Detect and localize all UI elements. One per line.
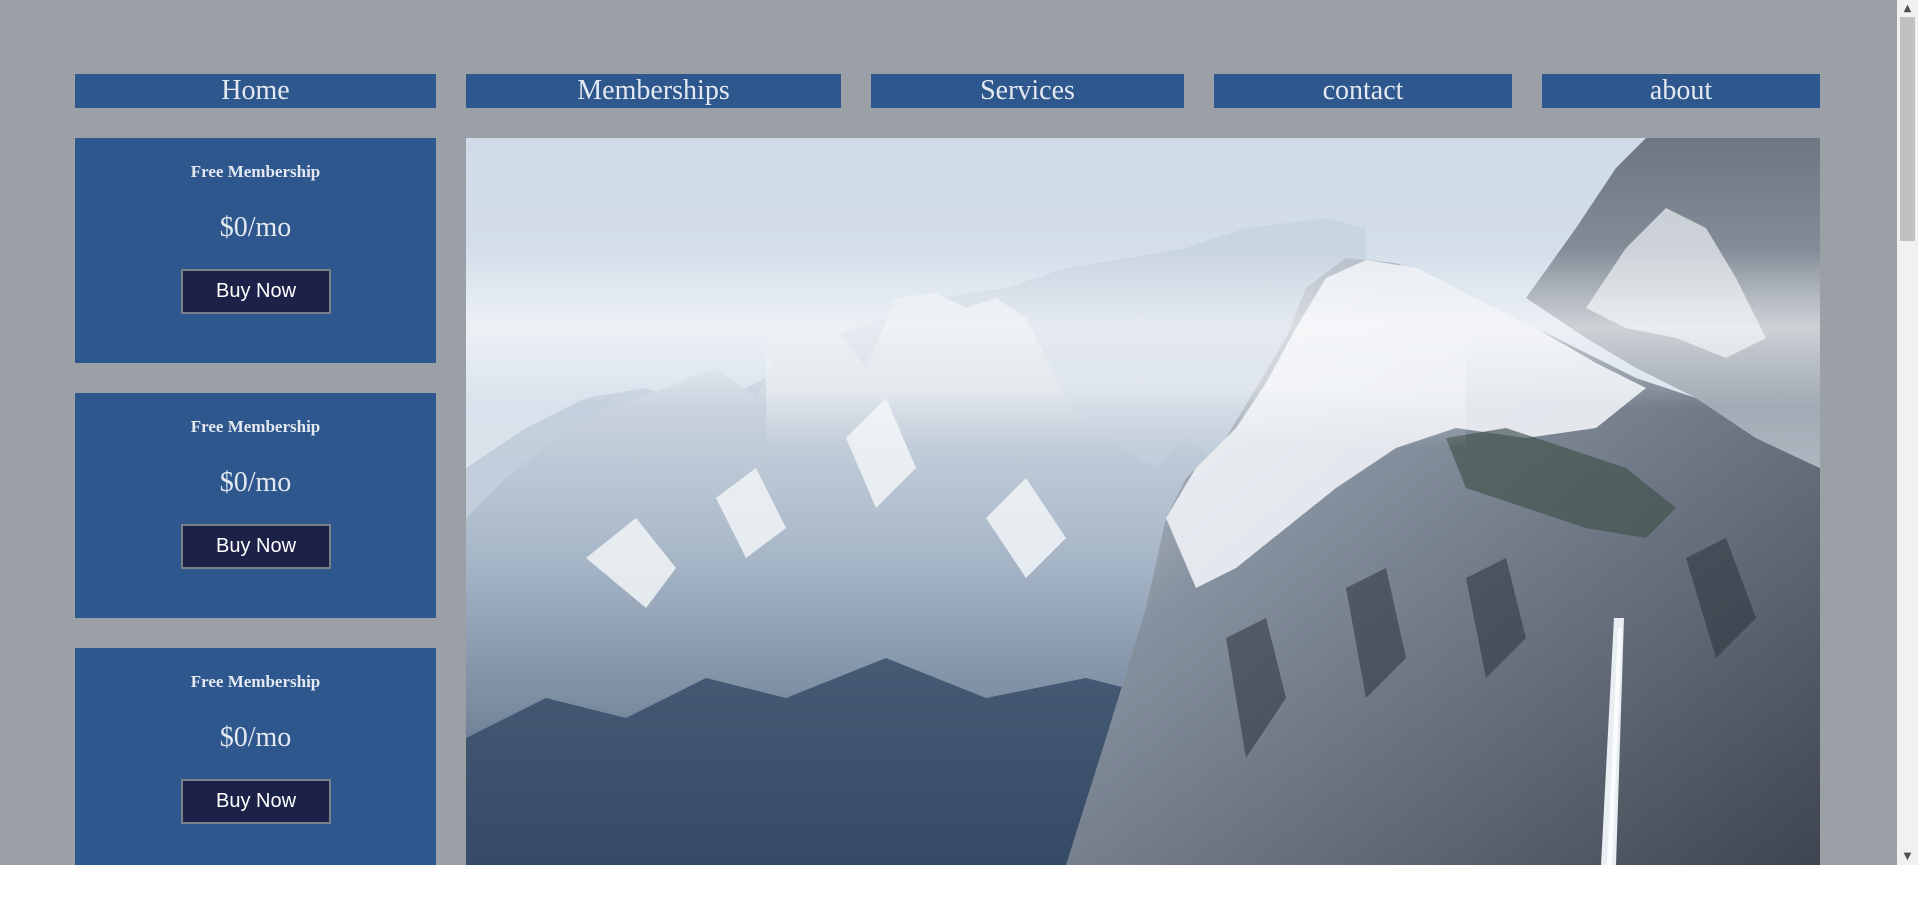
membership-price: $0/mo <box>219 722 292 753</box>
vertical-scrollbar[interactable]: ▲ ▼ <box>1897 0 1918 865</box>
membership-card: Free Membership $0/mo Buy Now <box>75 393 436 618</box>
membership-price: $0/mo <box>219 467 292 498</box>
membership-title: Free Membership <box>190 672 321 691</box>
membership-title: Free Membership <box>190 417 321 436</box>
scrollbar-thumb[interactable] <box>1900 17 1915 241</box>
hero-mountain-image <box>466 138 1820 865</box>
nav-memberships[interactable]: Memberships <box>466 74 841 108</box>
membership-card: Free Membership $0/mo Buy Now <box>75 648 436 865</box>
scroll-down-icon[interactable]: ▼ <box>1897 848 1918 865</box>
scroll-up-icon[interactable]: ▲ <box>1897 0 1918 17</box>
buy-now-button[interactable]: Buy Now <box>181 524 331 569</box>
buy-now-button[interactable]: Buy Now <box>181 779 331 824</box>
nav-services[interactable]: Services <box>871 74 1184 108</box>
nav-contact[interactable]: contact <box>1214 74 1512 108</box>
buy-now-button[interactable]: Buy Now <box>181 269 331 314</box>
nav-about[interactable]: about <box>1542 74 1820 108</box>
membership-price: $0/mo <box>219 212 292 243</box>
nav-home[interactable]: Home <box>75 74 436 108</box>
page-viewport: Home Memberships Services contact about … <box>0 0 1897 865</box>
membership-card: Free Membership $0/mo Buy Now <box>75 138 436 363</box>
membership-title: Free Membership <box>190 162 321 181</box>
